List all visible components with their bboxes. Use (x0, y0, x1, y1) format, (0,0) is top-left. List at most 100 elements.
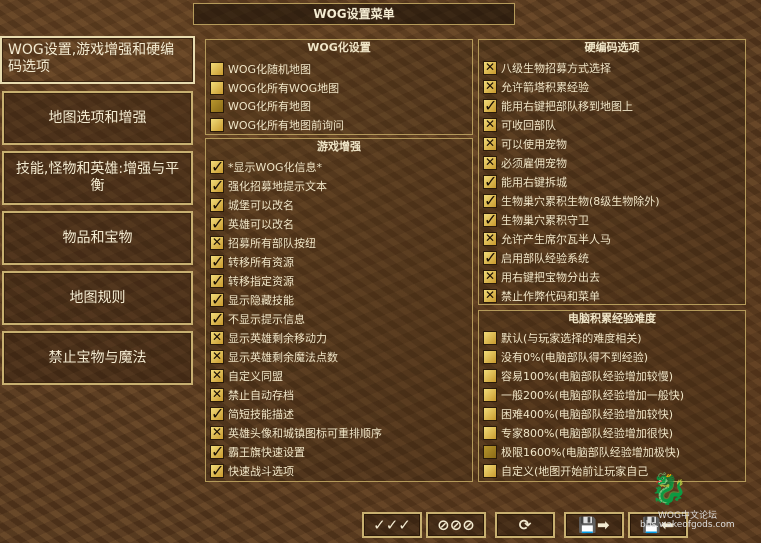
option-checkbox[interactable] (483, 117, 497, 132)
option-row[interactable]: 英雄头像和城镇图标可重排顺序 (210, 424, 382, 442)
option-row[interactable]: 能用右键把部队移到地图上 (483, 96, 633, 115)
option-row[interactable]: 默认(与玩家选择的难度相关) (483, 329, 642, 347)
option-row[interactable]: 快速战斗选项 (210, 461, 294, 480)
option-row[interactable]: 用右键把宝物分出去 (483, 268, 600, 286)
option-label: 允许产生席尔瓦半人马 (501, 233, 611, 246)
option-label: 能用右键把部队移到地图上 (501, 100, 633, 113)
option-checkbox[interactable] (483, 331, 497, 345)
panel-title: 游戏增强 (317, 140, 361, 153)
option-row[interactable]: 生物巢穴累积守卫 (483, 210, 589, 229)
option-checkbox[interactable] (210, 117, 224, 132)
sidebar-item-map-rules[interactable]: 地图规则 (2, 271, 193, 325)
reset-button[interactable]: ⟳ (495, 512, 555, 538)
option-row[interactable]: 禁止作弊代码和菜单 (483, 287, 600, 305)
option-checkbox[interactable] (210, 195, 224, 214)
option-checkbox[interactable] (210, 271, 224, 290)
option-row[interactable]: 专家800%(电脑部队经验增加很快) (483, 424, 673, 442)
option-row[interactable]: 英雄可以改名 (210, 214, 294, 233)
option-row[interactable]: 一般200%(电脑部队经验增加一般快) (483, 386, 684, 404)
option-row[interactable]: 简短技能描述 (210, 404, 294, 423)
option-row[interactable]: 困难400%(电脑部队经验增加较快) (483, 405, 673, 423)
sidebar-item-skills-monsters-heroes[interactable]: 技能,怪物和英雄:增强与平衡 (2, 151, 193, 205)
option-checkbox[interactable] (483, 407, 497, 421)
option-checkbox[interactable] (210, 62, 224, 76)
option-checkbox[interactable] (483, 172, 497, 191)
option-checkbox[interactable] (210, 99, 224, 113)
option-checkbox[interactable] (210, 461, 224, 480)
option-row[interactable]: 生物巢穴累积生物(8级生物除外) (483, 191, 660, 210)
option-checkbox[interactable] (483, 248, 497, 267)
option-row[interactable]: 容易100%(电脑部队经验增加较慢) (483, 367, 673, 385)
option-checkbox[interactable] (483, 231, 497, 246)
option-checkbox[interactable] (483, 350, 497, 364)
option-checkbox[interactable] (483, 464, 497, 478)
option-row[interactable]: 霸王旗快速设置 (210, 442, 305, 461)
option-row[interactable]: WOG化随机地图 (210, 60, 311, 78)
sidebar-item-label: 物品和宝物 (62, 229, 133, 246)
sidebar-item-ban-artifacts-spells[interactable]: 禁止宝物与魔法 (2, 331, 193, 385)
option-checkbox[interactable] (483, 210, 497, 229)
option-checkbox[interactable] (483, 426, 497, 440)
option-checkbox[interactable] (210, 290, 224, 309)
option-checkbox[interactable] (483, 136, 497, 151)
option-row[interactable]: 允许箭塔积累经验 (483, 78, 589, 96)
option-row[interactable]: 必须雇佣宠物 (483, 154, 567, 172)
option-checkbox[interactable] (483, 155, 497, 170)
game-enhance-panel: 游戏增强 *显示WOG化信息* 强化招募地提示文本城堡可以改名英雄可以改名招募所有… (205, 138, 473, 482)
option-checkbox[interactable] (210, 80, 224, 95)
sidebar-item-items-artifacts[interactable]: 物品和宝物 (2, 211, 193, 265)
option-checkbox[interactable] (210, 309, 224, 328)
option-row[interactable]: 八级生物招募方式选择 (483, 59, 611, 77)
option-checkbox[interactable] (210, 387, 224, 402)
option-checkbox[interactable] (483, 369, 497, 383)
option-checkbox[interactable] (210, 157, 224, 176)
option-row[interactable]: WOG化所有地图 (210, 97, 311, 115)
option-checkbox[interactable] (483, 60, 497, 75)
option-checkbox[interactable] (210, 442, 224, 461)
option-checkbox[interactable] (483, 96, 497, 115)
option-row[interactable]: 没有0%(电脑部队得不到经验) (483, 348, 648, 366)
option-row[interactable]: 允许产生席尔瓦半人马 (483, 230, 611, 248)
option-checkbox[interactable] (210, 252, 224, 271)
option-label: 八级生物招募方式选择 (501, 62, 611, 75)
option-row[interactable]: 极限1600%(电脑部队经验增加极快) (483, 443, 680, 461)
option-checkbox[interactable] (483, 445, 497, 459)
option-checkbox[interactable] (210, 425, 224, 440)
option-row[interactable]: 招募所有部队按纽 (210, 234, 316, 252)
option-checkbox[interactable] (483, 288, 497, 303)
option-row[interactable]: 自定义同盟 (210, 367, 283, 385)
option-checkbox[interactable] (210, 214, 224, 233)
option-checkbox[interactable] (210, 330, 224, 345)
option-row[interactable]: 转移指定资源 (210, 271, 294, 290)
option-checkbox[interactable] (483, 79, 497, 94)
clear-all-button[interactable]: ⊘⊘⊘ (426, 512, 486, 538)
option-checkbox[interactable] (483, 388, 497, 402)
option-row[interactable]: 强化招募地提示文本 (210, 176, 327, 195)
option-row[interactable]: 转移所有资源 (210, 252, 294, 271)
option-checkbox[interactable] (210, 176, 224, 195)
sidebar-item-wog-settings[interactable]: WOG设置,游戏增强和硬编码选项 (0, 36, 195, 84)
option-row[interactable]: WOG化所有WOG地图 (210, 79, 339, 97)
option-row[interactable]: 显示英雄剩余移动力 (210, 329, 327, 347)
option-row[interactable]: 启用部队经验系统 (483, 248, 589, 267)
option-checkbox[interactable] (483, 191, 497, 210)
option-row[interactable]: 禁止自动存档 (210, 386, 294, 404)
option-row[interactable]: *显示WOG化信息* (210, 157, 322, 176)
option-row[interactable]: 自定义(地图开始前让玩家自己 (483, 462, 648, 480)
option-row[interactable]: 能用右键拆城 (483, 172, 567, 191)
option-row[interactable]: 显示隐藏技能 (210, 290, 294, 309)
sidebar-item-map-options[interactable]: 地图选项和增强 (2, 91, 193, 145)
option-checkbox[interactable] (210, 368, 224, 383)
option-checkbox[interactable] (210, 235, 224, 250)
option-row[interactable]: 显示英雄剩余魔法点数 (210, 348, 338, 366)
option-checkbox[interactable] (483, 269, 497, 284)
option-row[interactable]: 城堡可以改名 (210, 195, 294, 214)
option-checkbox[interactable] (210, 349, 224, 364)
check-all-button[interactable]: ✓✓✓ (362, 512, 422, 538)
option-row[interactable]: 可收回部队 (483, 116, 556, 134)
option-row[interactable]: 不显示提示信息 (210, 309, 305, 328)
save-settings-button[interactable]: 💾➡ (564, 512, 624, 538)
option-row[interactable]: WOG化所有地图前询问 (210, 116, 344, 134)
option-row[interactable]: 可以使用宠物 (483, 135, 567, 153)
option-checkbox[interactable] (210, 404, 224, 423)
